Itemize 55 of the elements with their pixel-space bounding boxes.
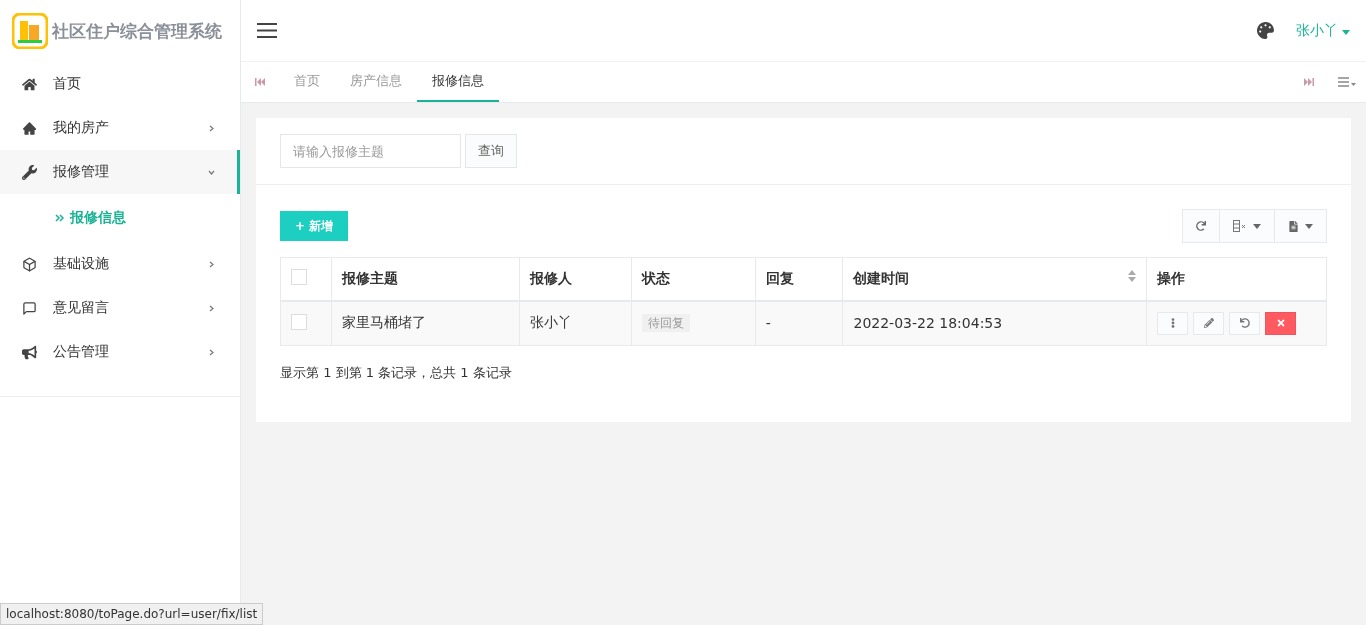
pagination-info: 显示第 1 到第 1 条记录，总共 1 条记录	[280, 364, 513, 382]
table-cell: -	[755, 300, 843, 346]
columns-icon	[1233, 220, 1247, 232]
table-cell: 张小丫	[519, 300, 632, 346]
column-header: 报修人	[519, 257, 632, 301]
table-cell: 2022-03-22 18:04:53	[842, 300, 1147, 346]
sidebar-item[interactable]: 意见留言	[0, 286, 240, 330]
column-header: 状态	[631, 257, 756, 301]
sidebar-item[interactable]: 首页	[0, 62, 240, 106]
caret-icon	[1342, 29, 1350, 35]
building-logo-icon	[12, 13, 48, 49]
export-button[interactable]	[1274, 209, 1327, 243]
palette-icon[interactable]	[1256, 22, 1274, 39]
search-field[interactable]: 请输入报修主题	[280, 134, 461, 168]
sort-icon[interactable]	[1128, 269, 1136, 282]
tab-menu-icon[interactable]	[1338, 77, 1356, 87]
sidebar-item[interactable]: 报修管理	[0, 150, 240, 194]
file-icon	[1288, 220, 1299, 232]
caret-icon	[1305, 223, 1313, 229]
columns-button[interactable]	[1219, 209, 1275, 243]
sidebar-item[interactable]: 基础设施	[0, 242, 240, 286]
menu-item-icon	[22, 300, 37, 316]
menu-item-icon	[22, 344, 37, 360]
undo-button[interactable]	[1229, 311, 1260, 335]
menu-item-icon	[22, 164, 37, 180]
double-chevron-icon	[55, 214, 64, 222]
menu-item-icon	[22, 256, 37, 272]
column-header: 报修主题	[331, 257, 520, 301]
edit-button[interactable]	[1193, 311, 1224, 335]
status-bar-url: localhost:8080/toPage.do?url=user/fix/list	[0, 603, 264, 625]
page-tab[interactable]: 报修信息	[417, 62, 499, 102]
pencil-icon	[1203, 318, 1214, 329]
menu-item-icon	[22, 120, 37, 136]
query-button[interactable]: 查询	[465, 134, 517, 168]
column-header: 回复	[755, 257, 843, 301]
menu-icon[interactable]	[257, 23, 277, 38]
delete-button[interactable]	[1265, 311, 1296, 335]
caret-icon	[1253, 223, 1261, 229]
column-header: 创建时间	[842, 257, 1147, 301]
sidebar-item[interactable]: 我的房产	[0, 106, 240, 150]
undo-icon	[1239, 318, 1250, 329]
column-header: 操作	[1146, 257, 1327, 301]
sidebar-item[interactable]: 公告管理	[0, 330, 240, 374]
scroll-right-icon[interactable]	[1304, 78, 1314, 86]
row-checkbox[interactable]	[291, 313, 307, 330]
refresh-button[interactable]	[1182, 209, 1220, 243]
close-icon	[1275, 318, 1286, 329]
menu-item-icon	[22, 76, 37, 92]
status-badge: 待回复	[642, 314, 691, 333]
more-button[interactable]	[1157, 311, 1188, 335]
app-title: 社区住户综合管理系统	[52, 19, 222, 43]
refresh-icon	[1196, 221, 1206, 231]
select-all-checkbox[interactable]	[291, 269, 307, 286]
table-cell: 家里马桶堵了	[331, 300, 520, 346]
scroll-left-icon[interactable]	[255, 78, 265, 86]
